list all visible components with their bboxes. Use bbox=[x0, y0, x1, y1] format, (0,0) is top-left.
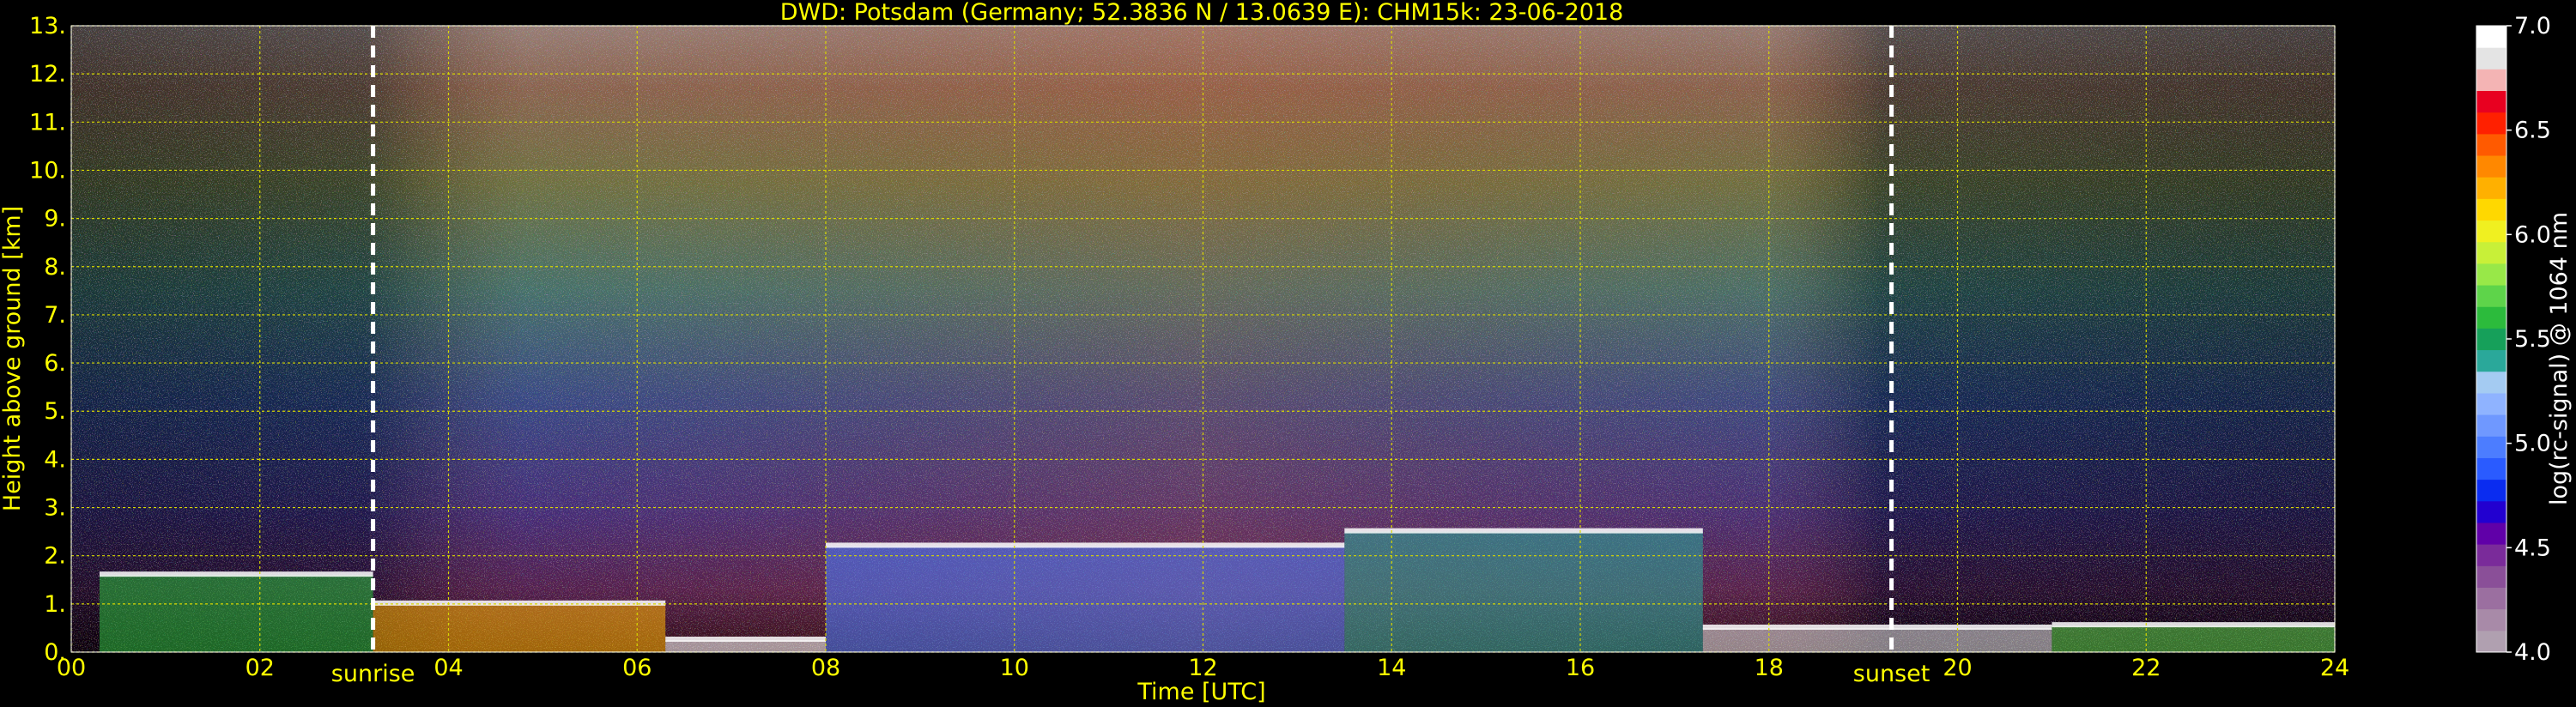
colorbar-band bbox=[2476, 608, 2506, 631]
y-tick-label: 2. bbox=[44, 543, 66, 570]
x-tick-label: 22 bbox=[2131, 655, 2161, 681]
x-tick-label: 24 bbox=[2320, 655, 2349, 681]
annotation-label: sunset bbox=[1853, 661, 1930, 687]
colorbar-tick-label: 4.0 bbox=[2514, 639, 2551, 666]
boundary-layer-top bbox=[1702, 624, 2052, 630]
x-tick-label: 08 bbox=[811, 655, 840, 681]
x-tick-label: 14 bbox=[1377, 655, 1406, 681]
boundary-layer-top bbox=[826, 542, 1345, 548]
y-tick-label: 5. bbox=[44, 398, 66, 425]
y-tick-label: 10. bbox=[29, 157, 66, 184]
colorbar-tick-label: 7.0 bbox=[2514, 13, 2551, 39]
y-tick-label: 3. bbox=[44, 495, 66, 522]
boundary-layer-band bbox=[826, 546, 1345, 652]
colorbar-band bbox=[2476, 392, 2506, 415]
colorbar-band bbox=[2476, 26, 2506, 48]
chart-title: DWD: Potsdam (Germany; 52.3836 N / 13.06… bbox=[780, 0, 1624, 26]
colorbar-band bbox=[2476, 436, 2506, 458]
colorbar-band bbox=[2476, 177, 2506, 199]
y-tick-label: 9. bbox=[44, 206, 66, 233]
y-tick-label: 1. bbox=[44, 591, 66, 618]
colorbar-band bbox=[2476, 587, 2506, 610]
boundary-layer-band bbox=[99, 575, 373, 652]
x-axis-label: Time [UTC] bbox=[1136, 679, 1265, 705]
colorbar-band bbox=[2476, 414, 2506, 437]
x-tick-label: 16 bbox=[1566, 655, 1595, 681]
y-tick-label: 12. bbox=[29, 61, 66, 88]
boundary-layer-top bbox=[373, 600, 666, 606]
y-tick-label: 11. bbox=[29, 109, 66, 136]
colorbar-band bbox=[2476, 112, 2506, 135]
boundary-layer-band bbox=[665, 639, 826, 652]
boundary-layer-top bbox=[2052, 622, 2335, 628]
annotation-labels: sunrise sunset bbox=[331, 661, 1930, 687]
colorbar-band bbox=[2476, 371, 2506, 394]
ceilometer-chart: DWD: Potsdam (Germany; 52.3836 N / 13.06… bbox=[0, 0, 2576, 707]
colorbar-band bbox=[2476, 544, 2506, 566]
boundary-layer-top bbox=[665, 636, 826, 642]
colorbar-band bbox=[2476, 565, 2506, 588]
colorbar-bands bbox=[2476, 26, 2506, 653]
y-axis-label: Height above ground [km] bbox=[0, 206, 26, 511]
colorbar: 4.04.55.05.56.06.57.0 log(rc-signal) @ 1… bbox=[2476, 13, 2573, 666]
chart-svg: DWD: Potsdam (Germany; 52.3836 N / 13.06… bbox=[0, 0, 2573, 705]
colorbar-band bbox=[2476, 479, 2506, 502]
colorbar-tick-label: 6.5 bbox=[2514, 118, 2551, 144]
y-tick-label: 4. bbox=[44, 446, 66, 473]
boundary-layer-top bbox=[1344, 528, 1703, 534]
colorbar-band bbox=[2476, 349, 2506, 372]
boundary-layer-band bbox=[1344, 531, 1703, 652]
colorbar-tick-labels: 4.04.55.05.56.06.57.0 bbox=[2506, 13, 2551, 666]
boundary-layer-band bbox=[1702, 627, 2052, 652]
x-tick-label: 04 bbox=[433, 655, 463, 681]
colorbar-band bbox=[2476, 133, 2506, 156]
x-tick-label: 02 bbox=[245, 655, 275, 681]
colorbar-band bbox=[2476, 69, 2506, 92]
y-tick-label: 13. bbox=[29, 13, 66, 39]
colorbar-band bbox=[2476, 306, 2506, 329]
colorbar-band bbox=[2476, 198, 2506, 221]
colorbar-band bbox=[2476, 500, 2506, 523]
colorbar-tick-label: 4.5 bbox=[2514, 535, 2551, 561]
colorbar-band bbox=[2476, 522, 2506, 545]
y-tick-label: 0. bbox=[44, 639, 66, 666]
colorbar-band bbox=[2476, 328, 2506, 351]
colorbar-label: log(rc-signal) @ 1064 nm bbox=[2546, 212, 2573, 505]
colorbar-band bbox=[2476, 285, 2506, 307]
y-tick-label: 7. bbox=[44, 302, 66, 329]
colorbar-band bbox=[2476, 241, 2506, 264]
x-tick-label: 20 bbox=[1943, 655, 1972, 681]
y-tick-labels: 0. 1. 2. 3. 4. 5. 6. 7. 8. 9. 10. 11. 12. 13. bbox=[29, 13, 66, 666]
colorbar-band bbox=[2476, 220, 2506, 243]
colorbar-band bbox=[2476, 630, 2506, 653]
x-tick-label: 18 bbox=[1755, 655, 1784, 681]
colorbar-band bbox=[2476, 47, 2506, 69]
x-tick-label: 10 bbox=[1000, 655, 1029, 681]
boundary-layer-top bbox=[99, 571, 373, 577]
boundary-layer-band bbox=[2052, 625, 2335, 652]
boundary-layer-band bbox=[373, 603, 666, 652]
y-tick-label: 8. bbox=[44, 254, 66, 281]
x-tick-label: 12 bbox=[1188, 655, 1217, 681]
annotation-label: sunrise bbox=[331, 661, 415, 687]
colorbar-band bbox=[2476, 457, 2506, 480]
y-tick-label: 6. bbox=[44, 350, 66, 377]
colorbar-band bbox=[2476, 263, 2506, 286]
colorbar-band bbox=[2476, 155, 2506, 178]
colorbar-band bbox=[2476, 90, 2506, 113]
plot-area bbox=[70, 25, 2336, 653]
x-tick-label: 06 bbox=[622, 655, 652, 681]
